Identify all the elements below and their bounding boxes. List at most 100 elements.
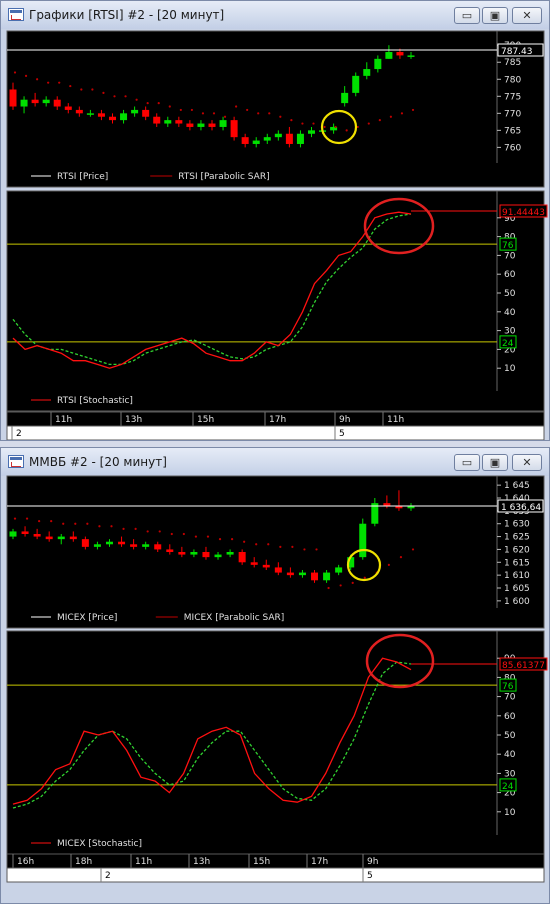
candle-down: [97, 113, 105, 117]
sar-dot: [50, 520, 53, 523]
sar-dot: [36, 78, 39, 81]
sar-dot: [206, 535, 210, 538]
sar-dot: [102, 91, 105, 94]
legend-price: RTSI [Price]: [57, 172, 108, 182]
price-tick-label: 765: [504, 126, 521, 136]
current-price-label: 1 636,64: [501, 503, 541, 513]
sar-dot: [312, 122, 315, 125]
candle-down: [53, 99, 61, 107]
price-panel: [6, 475, 545, 629]
micex-chart-window: ММВБ #2 - [20 минут] ▭ ▣ ✕ 1 645 1 640 1 6…: [0, 447, 550, 904]
sar-dot: [69, 84, 72, 88]
sar-dot: [291, 545, 294, 548]
sar-dot: [246, 108, 249, 112]
candle-down: [286, 572, 294, 576]
stoch-level-label: 76: [502, 682, 514, 692]
candle-down: [238, 552, 246, 563]
sar-dot: [303, 548, 306, 551]
sar-dot: [323, 125, 326, 129]
candle-up: [323, 572, 331, 581]
price-tick-label: 775: [504, 92, 521, 102]
sar-dot: [134, 527, 137, 530]
stoch-level-label: 76: [502, 241, 514, 251]
candle-down: [69, 536, 77, 540]
hour-label: 17h: [311, 857, 328, 867]
candle-up: [131, 109, 139, 114]
price-tick-label: 760: [504, 143, 521, 153]
candle-up: [20, 99, 28, 107]
candle-down: [241, 137, 249, 144]
candle-up: [197, 123, 205, 127]
sar-dot: [387, 563, 390, 566]
candle-down: [142, 109, 150, 117]
sar-dot: [351, 581, 354, 584]
price-tick-label: 1 620: [504, 545, 530, 555]
legend-sar: RTSI [Parabolic SAR]: [178, 172, 269, 182]
price-tick-label: 780: [504, 75, 521, 85]
stoch-tick-label: 10: [504, 808, 516, 818]
legend-price: MICEX [Price]: [57, 613, 117, 623]
stoch-level-label: 24: [502, 782, 514, 792]
candle-up: [359, 523, 367, 558]
candle-up: [385, 52, 393, 59]
price-panel: [6, 30, 545, 188]
candle-up: [298, 572, 306, 576]
hour-label: 11h: [55, 415, 72, 425]
candle-down: [396, 52, 404, 56]
sar-dot: [267, 543, 270, 546]
stoch-tick-label: 30: [504, 769, 516, 779]
sar-dot: [399, 556, 403, 559]
hour-label: 15h: [253, 857, 270, 867]
hour-label: 17h: [269, 415, 286, 425]
sar-dot: [190, 108, 193, 112]
sar-dot: [25, 517, 29, 520]
current-price-label: 787.43: [501, 47, 533, 57]
candle-up: [374, 58, 382, 70]
micex-chart-area: 1 6451 6401 6351 6301 6251 6201 6151 610…: [6, 475, 548, 883]
sar-dot: [255, 543, 258, 546]
candle-up: [296, 133, 304, 144]
sar-dot: [179, 108, 182, 112]
day-label: 5: [339, 429, 345, 439]
sar-dot: [47, 81, 50, 84]
price-tick-label: 785: [504, 58, 521, 68]
candle-up: [252, 140, 260, 144]
candle-up: [407, 55, 415, 57]
stoch-level-label: 24: [502, 339, 514, 349]
sar-dot: [243, 540, 246, 543]
legend-stochastic: RTSI [Stochastic]: [57, 396, 133, 406]
hour-label: 15h: [197, 415, 214, 425]
sar-dot: [400, 112, 404, 115]
legend-sar: MICEX [Parabolic SAR]: [184, 613, 285, 623]
sar-dot: [13, 71, 17, 74]
legend-stochastic: MICEX [Stochastic]: [57, 839, 142, 849]
candle-up: [57, 536, 65, 540]
candle-up: [214, 554, 222, 558]
time-axis-days: [6, 867, 545, 883]
sar-dot: [110, 525, 113, 528]
price-tick-label: 1 645: [504, 481, 530, 491]
candle-down: [64, 106, 72, 110]
sar-dot: [345, 129, 348, 132]
sar-dot: [301, 122, 304, 125]
sar-dot: [122, 527, 125, 530]
sar-dot: [91, 88, 94, 91]
sar-dot: [38, 520, 41, 523]
sar-dot: [411, 548, 415, 551]
sar-dot: [235, 105, 238, 108]
hour-label: 13h: [125, 415, 142, 425]
candle-up: [341, 92, 349, 104]
candle-down: [383, 503, 391, 506]
sar-dot: [146, 102, 149, 105]
sar-dot: [113, 95, 116, 98]
candle-down: [118, 541, 126, 545]
sar-dot: [168, 105, 171, 108]
candle-down: [109, 116, 116, 121]
candle-down: [130, 544, 138, 547]
candle-up: [9, 531, 17, 537]
candle-up: [335, 567, 343, 573]
price-tick-label: 1 600: [504, 597, 530, 607]
candle-up: [274, 133, 282, 138]
sar-dot: [279, 545, 282, 548]
sar-dot: [135, 98, 138, 101]
